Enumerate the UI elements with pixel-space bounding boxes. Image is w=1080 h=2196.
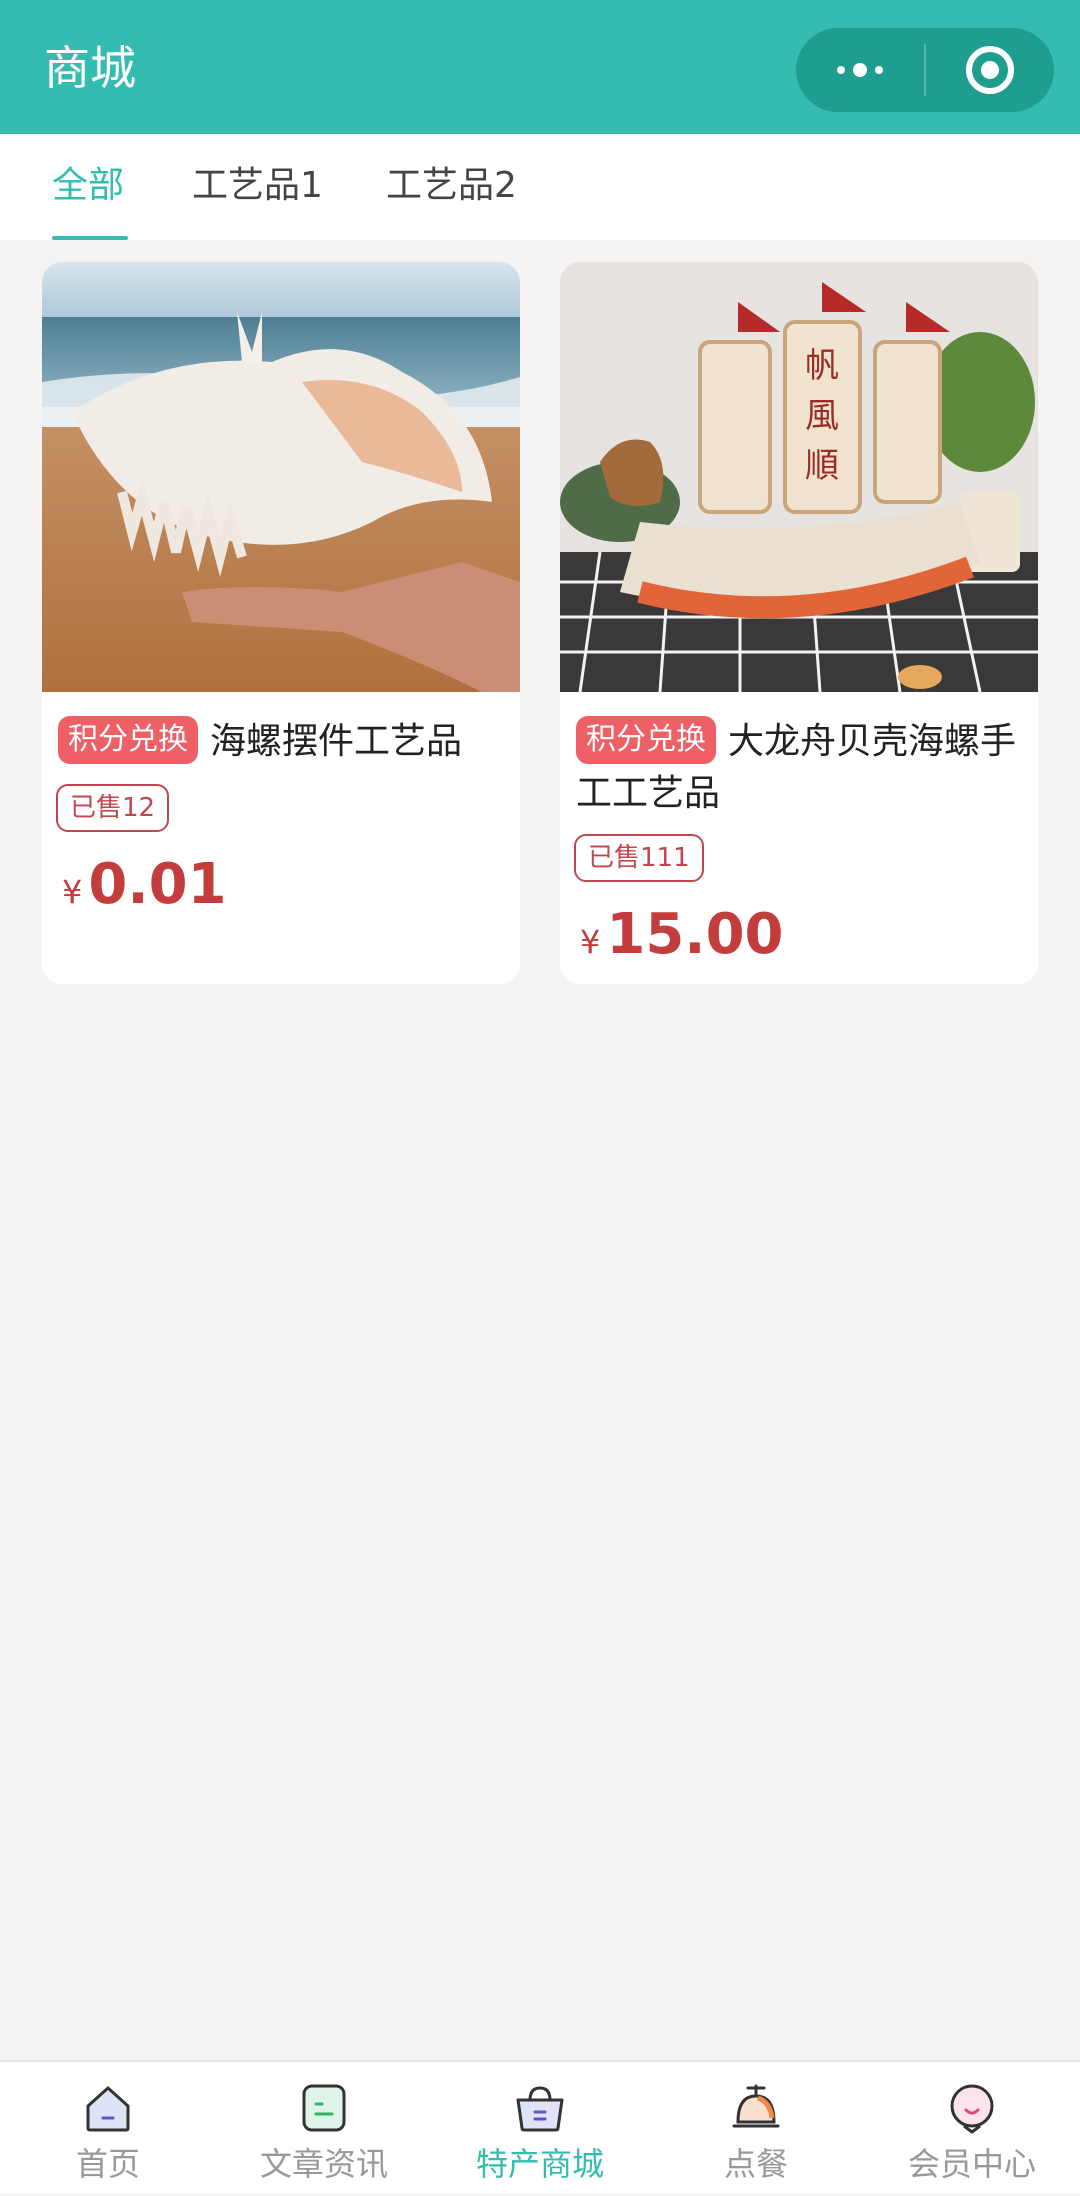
- tabbar-label: 首页: [75, 2145, 140, 2183]
- member-icon: [950, 2084, 994, 2134]
- more-menu-button[interactable]: [796, 28, 924, 112]
- shop-bag-icon: [516, 2086, 564, 2132]
- bottom-tab-bar: 首页 文章资讯 特产商城 点餐 会员中心: [0, 2060, 1080, 2194]
- product-name: 积分兑换 大龙舟贝壳海螺手工工艺品: [576, 716, 1022, 820]
- price-value: 0.01: [88, 852, 227, 917]
- product-price: ¥0.01: [62, 852, 227, 917]
- page-title: 商城: [44, 41, 136, 95]
- active-tab-indicator: [52, 236, 128, 240]
- tabbar-item-order[interactable]: 点餐: [648, 2062, 864, 2196]
- tabbar-label: 点餐: [723, 2145, 788, 2183]
- currency-symbol: ¥: [580, 923, 601, 961]
- capsule-divider: [924, 44, 926, 96]
- tabbar-label: 会员中心: [907, 2145, 1036, 2183]
- product-card[interactable]: 帆 風 順 积分兑换 大龙舟贝壳海螺手工工艺品 已售111 ¥15.00: [560, 262, 1038, 984]
- price-value: 15.00: [606, 902, 784, 967]
- product-title: 海螺摆件工艺品: [210, 721, 463, 762]
- product-card[interactable]: 积分兑换 海螺摆件工艺品 已售12 ¥0.01: [42, 262, 520, 984]
- more-dot-center: [853, 63, 867, 77]
- article-icon: [302, 2084, 346, 2132]
- svg-text:順: 順: [805, 446, 839, 486]
- svg-text:帆: 帆: [805, 346, 839, 386]
- more-dots-icon: [837, 66, 845, 74]
- dining-bell-icon: [732, 2084, 780, 2128]
- currency-symbol: ¥: [62, 873, 83, 911]
- product-price: ¥15.00: [580, 902, 784, 967]
- tabbar-item-shop[interactable]: 特产商城: [432, 2062, 648, 2196]
- svg-text:風: 風: [805, 396, 839, 436]
- points-exchange-badge: 积分兑换: [58, 716, 198, 764]
- tab-craft-1[interactable]: 工艺品1: [192, 162, 323, 210]
- tabbar-item-articles[interactable]: 文章资讯: [216, 2062, 432, 2196]
- tabbar-item-home[interactable]: 首页: [0, 2062, 216, 2196]
- sold-count-badge: 已售111: [574, 834, 704, 882]
- tabbar-item-member[interactable]: 会员中心: [864, 2062, 1080, 2196]
- product-image-conch: [42, 262, 520, 692]
- points-exchange-badge: 积分兑换: [576, 716, 716, 764]
- product-name: 积分兑换 海螺摆件工艺品: [58, 716, 504, 768]
- miniprogram-capsule: [796, 28, 1054, 112]
- home-icon: [86, 2086, 130, 2132]
- tab-all[interactable]: 全部: [52, 162, 124, 210]
- category-tabs: 全部 工艺品1 工艺品2: [0, 134, 1080, 240]
- close-miniprogram-icon[interactable]: [966, 46, 1014, 94]
- tabbar-label: 文章资讯: [259, 2145, 388, 2183]
- tabbar-label: 特产商城: [475, 2145, 604, 2183]
- sold-count-badge: 已售12: [56, 784, 170, 832]
- product-image-dragon-boat: 帆 風 順: [560, 262, 1038, 692]
- navigation-bar: 商城: [0, 0, 1080, 134]
- tab-craft-2[interactable]: 工艺品2: [386, 162, 517, 210]
- more-dot-right: [875, 66, 883, 74]
